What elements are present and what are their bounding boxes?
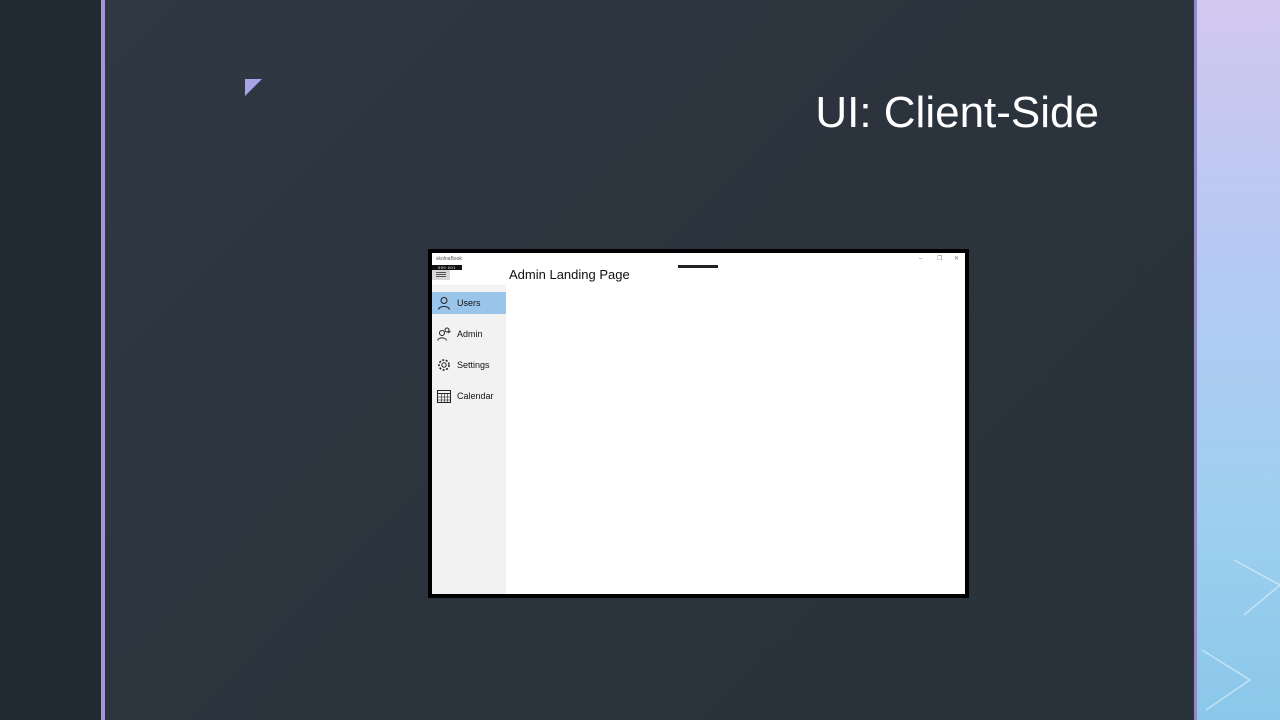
slide-title: UI: Client-Side bbox=[815, 88, 1099, 137]
left-dark-panel bbox=[0, 0, 101, 720]
user-icon bbox=[436, 295, 452, 311]
gear-icon bbox=[436, 357, 452, 373]
sidebar-item-label: Admin bbox=[457, 329, 483, 339]
hamburger-icon-line bbox=[436, 274, 446, 275]
hamburger-icon-line bbox=[436, 276, 446, 277]
sidebar-item-calendar[interactable]: Calendar bbox=[432, 385, 506, 407]
navigation-pane: 000 001 Users Admin Settings Calendar bbox=[432, 265, 506, 594]
close-button[interactable]: ✕ bbox=[954, 255, 959, 263]
window-titlebar: skolnaBook – ❐ ✕ bbox=[432, 253, 965, 265]
app-window: skolnaBook – ❐ ✕ 000 001 Users Admin Set… bbox=[432, 253, 965, 594]
sidebar-item-label: Settings bbox=[457, 360, 490, 370]
sidebar-item-settings[interactable]: Settings bbox=[432, 354, 506, 376]
hamburger-menu-button[interactable] bbox=[432, 270, 450, 280]
page-title: Admin Landing Page bbox=[509, 267, 630, 282]
maximize-button[interactable]: ❐ bbox=[937, 255, 942, 263]
calendar-icon bbox=[436, 388, 452, 404]
pane-header: 000 001 bbox=[432, 265, 506, 285]
sidebar-item-label: Users bbox=[457, 298, 481, 308]
drag-handle[interactable] bbox=[678, 265, 718, 268]
corner-triangle-icon bbox=[245, 79, 262, 96]
right-decorative-panel bbox=[1194, 0, 1280, 720]
hamburger-icon bbox=[436, 272, 446, 273]
sidebar-item-users[interactable]: Users bbox=[432, 292, 506, 314]
decorative-chevrons-icon bbox=[1201, 559, 1280, 711]
admin-icon bbox=[436, 326, 452, 342]
sidebar-item-admin[interactable]: Admin bbox=[432, 323, 506, 345]
minimize-button[interactable]: – bbox=[919, 255, 922, 263]
sidebar-item-label: Calendar bbox=[457, 391, 494, 401]
app-name: skolnaBook bbox=[436, 256, 462, 262]
app-screenshot-frame: skolnaBook – ❐ ✕ 000 001 Users Admin Set… bbox=[428, 249, 969, 598]
